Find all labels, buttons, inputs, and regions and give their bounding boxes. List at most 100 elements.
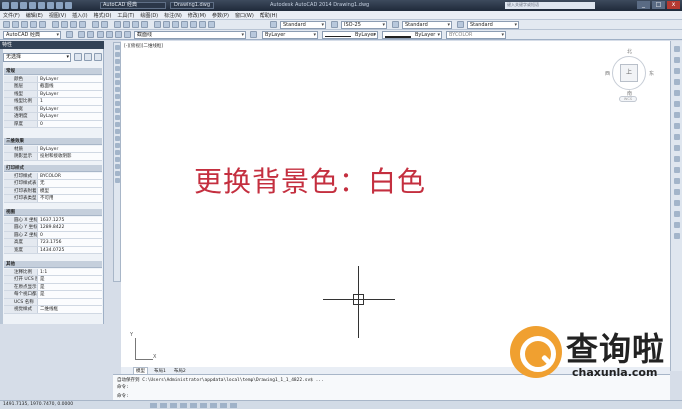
rectangle-icon[interactable]	[114, 73, 120, 78]
extend-icon[interactable]	[673, 156, 680, 162]
section-view[interactable]: 视图	[4, 209, 102, 216]
markup-icon[interactable]	[190, 21, 197, 28]
property-row[interactable]: 打印样式 BYCOLOR	[4, 172, 102, 180]
property-row[interactable]: 材质 ByLayer	[4, 145, 102, 153]
dim-style-select[interactable]: ISO-25	[341, 21, 387, 29]
make-block-icon[interactable]	[114, 129, 120, 134]
join-icon[interactable]	[673, 178, 680, 184]
search-input[interactable]: 键入关键字或短语	[505, 2, 595, 9]
property-row[interactable]: 颜色 ByLayer	[4, 75, 102, 83]
menu-edit[interactable]: 编辑(E)	[26, 12, 43, 19]
move-icon[interactable]	[673, 101, 680, 107]
property-row[interactable]: 视觉样式 二维线框	[4, 306, 102, 314]
select-objects-icon[interactable]	[84, 53, 92, 61]
cut-icon[interactable]	[52, 21, 59, 28]
property-row[interactable]: 打开 UCS 图标是	[4, 276, 102, 284]
mirror-icon[interactable]	[673, 68, 680, 74]
plotstyle-select[interactable]: BYCOLOR	[446, 31, 506, 39]
compass-east[interactable]: 东	[649, 70, 654, 77]
compass-west[interactable]: 西	[605, 70, 610, 77]
layer-visibility-icon[interactable]	[97, 31, 104, 38]
property-row[interactable]: 圆心 Y 坐标 1289.8422	[4, 224, 102, 232]
scale-icon[interactable]	[673, 123, 680, 129]
ellipse-icon[interactable]	[114, 108, 120, 113]
ducs-icon[interactable]	[210, 403, 217, 408]
section-plot-style[interactable]: 打印样式	[4, 165, 102, 172]
quick-select-icon[interactable]	[94, 53, 102, 61]
help-icon[interactable]	[208, 21, 215, 28]
coordinate-readout[interactable]: 1491.7135, 1970.7470, 0.0000	[3, 402, 73, 407]
insert-block-icon[interactable]	[114, 122, 120, 127]
property-row[interactable]: 阴影显示 投射和接收阴影	[4, 153, 102, 161]
property-row[interactable]: 在原点显示 U...是	[4, 283, 102, 291]
undo-icon[interactable]	[92, 21, 99, 28]
property-row[interactable]: 圆心 Z 坐标 0	[4, 231, 102, 239]
point-icon[interactable]	[114, 136, 120, 141]
property-row[interactable]: 线型 ByLayer	[4, 90, 102, 98]
viewport-controls[interactable]: [-][俯视][二维线框]	[124, 43, 163, 49]
new-icon[interactable]	[3, 21, 10, 28]
hatch-icon[interactable]	[114, 143, 120, 148]
viewcube[interactable]: 北 南 西 东 上 WCS	[605, 48, 655, 106]
section-general[interactable]: 常规	[4, 68, 102, 75]
save-as-icon[interactable]	[38, 2, 45, 9]
fillet-icon[interactable]	[673, 200, 680, 206]
property-row[interactable]: 高度 723.1756	[4, 239, 102, 247]
property-row[interactable]: 打印表类型 不可用	[4, 195, 102, 203]
menu-format[interactable]: 格式(O)	[94, 12, 112, 19]
toggle-pickadd-icon[interactable]	[74, 53, 82, 61]
open-icon[interactable]	[12, 21, 19, 28]
zoom-previous-icon[interactable]	[141, 21, 148, 28]
property-row[interactable]: 宽度 1434.0725	[4, 246, 102, 254]
mleader-style-select[interactable]: Standard	[467, 21, 519, 29]
workspace-select[interactable]: AutoCAD 经典	[3, 31, 61, 39]
document-tab[interactable]: Drawing1.dwg	[170, 2, 214, 9]
section-3d-effects[interactable]: 三维效果	[4, 138, 102, 145]
property-row[interactable]: 圆心 X 坐标 1637.1275	[4, 216, 102, 224]
chamfer-icon[interactable]	[673, 189, 680, 195]
osnap-icon[interactable]	[190, 403, 197, 408]
layer-state-icon[interactable]	[87, 31, 94, 38]
copy-object-icon[interactable]	[673, 57, 680, 63]
polyline-icon[interactable]	[114, 59, 120, 64]
viewcube-face-top[interactable]: 上	[620, 64, 638, 82]
tool-palettes-icon[interactable]	[172, 21, 179, 28]
save-icon[interactable]	[21, 21, 28, 28]
property-row[interactable]: 每个视口都显...是	[4, 291, 102, 299]
spline-icon[interactable]	[114, 101, 120, 106]
property-row[interactable]: 注释比例 1:1	[4, 268, 102, 276]
property-row[interactable]: 厚度 0	[4, 120, 102, 128]
tab-layout1[interactable]: 布局1	[152, 368, 168, 374]
property-row[interactable]: 打印样式表无	[4, 180, 102, 188]
dyn-icon[interactable]	[220, 403, 227, 408]
mtext-icon[interactable]	[114, 171, 120, 176]
region-icon[interactable]	[114, 157, 120, 162]
selection-filter-select[interactable]: 无选择	[3, 53, 71, 62]
layer-properties-icon[interactable]	[78, 31, 85, 38]
lineweight-toggle-icon[interactable]	[230, 403, 237, 408]
new-icon[interactable]	[11, 2, 18, 9]
menu-modify[interactable]: 修改(M)	[188, 12, 206, 19]
menu-draw[interactable]: 绘图(D)	[140, 12, 158, 19]
preview-icon[interactable]	[39, 21, 46, 28]
compass-north[interactable]: 北	[627, 48, 632, 55]
polygon-icon[interactable]	[114, 66, 120, 71]
revcloud-icon[interactable]	[114, 94, 120, 99]
print-icon[interactable]	[47, 2, 54, 9]
open-icon[interactable]	[20, 2, 27, 9]
menu-help[interactable]: 帮助(H)	[260, 12, 278, 19]
polar-icon[interactable]	[180, 403, 187, 408]
palette-title[interactable]: 特性	[0, 41, 104, 49]
pan-icon[interactable]	[114, 21, 121, 28]
drawing-canvas[interactable]	[121, 41, 670, 367]
save-icon[interactable]	[29, 2, 36, 9]
layer-select[interactable]: 截面线	[134, 31, 246, 39]
text-style-select[interactable]: Standard	[280, 21, 326, 29]
paste-icon[interactable]	[70, 21, 77, 28]
menu-insert[interactable]: 插入(I)	[72, 12, 87, 19]
print-icon[interactable]	[30, 21, 37, 28]
vscroll-down-icon[interactable]	[673, 233, 680, 239]
zoom-realtime-icon[interactable]	[123, 21, 130, 28]
wcs-menu[interactable]: WCS	[619, 96, 637, 102]
circle-icon[interactable]	[114, 87, 120, 92]
